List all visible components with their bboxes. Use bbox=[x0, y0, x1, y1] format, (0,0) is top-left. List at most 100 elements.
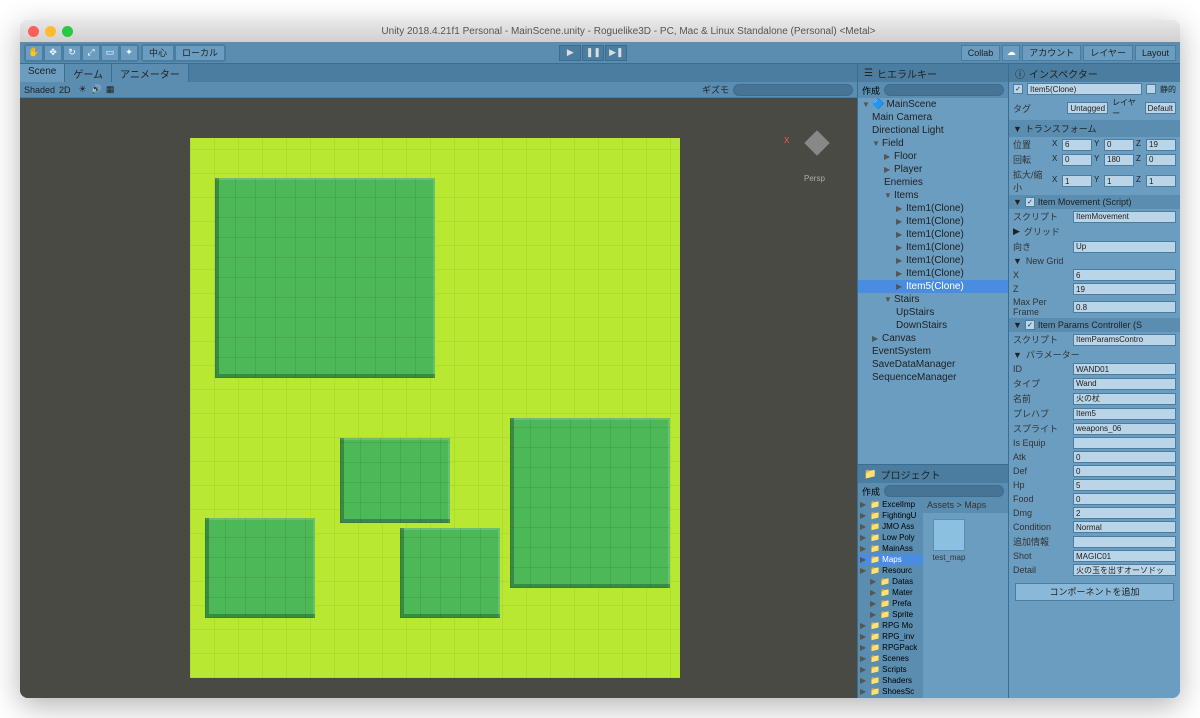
hierarchy-item[interactable]: ▶Item1(Clone) bbox=[858, 241, 1008, 254]
hierarchy-item[interactable]: ▼Stairs bbox=[858, 293, 1008, 306]
hierarchy-item[interactable]: EventSystem bbox=[858, 345, 1008, 358]
hierarchy-item[interactable]: Enemies bbox=[858, 176, 1008, 189]
hierarchy-item[interactable]: Directional Light bbox=[858, 124, 1008, 137]
scale-tool[interactable]: ⤢ bbox=[82, 45, 100, 61]
scl-z[interactable]: 1 bbox=[1146, 175, 1176, 187]
hierarchy-item[interactable]: ▶Player bbox=[858, 163, 1008, 176]
hierarchy-item[interactable]: ▼Items bbox=[858, 189, 1008, 202]
tab-game[interactable]: ゲーム bbox=[65, 64, 112, 82]
param-field[interactable]: 5 bbox=[1073, 479, 1176, 491]
layout-button[interactable]: Layout bbox=[1135, 45, 1176, 61]
pos-z[interactable]: 19 bbox=[1146, 139, 1176, 151]
play-button[interactable]: ▶ bbox=[559, 45, 581, 61]
collab-button[interactable]: Collab bbox=[961, 45, 1001, 61]
layer-dropdown[interactable]: Default bbox=[1145, 102, 1176, 114]
tag-dropdown[interactable]: Untagged bbox=[1067, 102, 1108, 114]
param-field[interactable]: MAGIC01 bbox=[1073, 550, 1176, 562]
tab-animator[interactable]: アニメーター bbox=[112, 64, 189, 82]
hierarchy-item[interactable]: ▶Item1(Clone) bbox=[858, 215, 1008, 228]
project-folder[interactable]: ▶📁 MainAss bbox=[858, 543, 923, 554]
direction-dropdown[interactable]: Up bbox=[1073, 241, 1176, 253]
hierarchy-item[interactable]: ▶Floor bbox=[858, 150, 1008, 163]
param-field[interactable]: 火の玉を出すオーソドッ bbox=[1073, 564, 1176, 576]
pos-y[interactable]: 0 bbox=[1104, 139, 1134, 151]
param-field[interactable] bbox=[1073, 536, 1176, 548]
move-tool[interactable]: ✥ bbox=[44, 45, 62, 61]
project-folder[interactable]: ▶📁 Maps bbox=[858, 554, 923, 565]
grid-x[interactable]: 6 bbox=[1073, 269, 1176, 281]
transform-component[interactable]: ▼トランスフォーム bbox=[1009, 120, 1180, 137]
param-field[interactable]: Normal bbox=[1073, 521, 1176, 533]
hierarchy-item[interactable]: ▶Canvas bbox=[858, 332, 1008, 345]
hierarchy-item[interactable]: UpStairs bbox=[858, 306, 1008, 319]
layers-button[interactable]: レイヤー bbox=[1083, 45, 1133, 61]
local-toggle[interactable]: ローカル bbox=[175, 45, 225, 61]
param-field[interactable]: 0 bbox=[1073, 451, 1176, 463]
gizmos-dropdown[interactable]: ギズモ bbox=[702, 83, 729, 96]
project-folder[interactable]: ▶📁 Scripts bbox=[858, 664, 923, 675]
param-field[interactable]: weapons_06 bbox=[1073, 423, 1176, 435]
item-params-component[interactable]: ▼✓Item Params Controller (S bbox=[1009, 318, 1180, 332]
step-button[interactable]: ▶❚ bbox=[605, 45, 627, 61]
cloud-icon[interactable]: ☁ bbox=[1002, 45, 1020, 61]
project-folder[interactable]: ▶📁 Prefa bbox=[858, 598, 923, 609]
script-field[interactable]: ItemMovement bbox=[1073, 211, 1176, 223]
param-field[interactable]: 火の杖 bbox=[1073, 393, 1176, 405]
project-folder[interactable]: ▶📁 ExcelImp bbox=[858, 499, 923, 510]
pause-button[interactable]: ❚❚ bbox=[582, 45, 604, 61]
project-folder[interactable]: ▶📁 JMO Ass bbox=[858, 521, 923, 532]
scene-root[interactable]: ▼🔷MainScene bbox=[858, 98, 1008, 111]
shaded-dropdown[interactable]: Shaded bbox=[24, 85, 55, 95]
rot-z[interactable]: 0 bbox=[1146, 154, 1176, 166]
rot-x[interactable]: 0 bbox=[1062, 154, 1092, 166]
account-button[interactable]: アカウント bbox=[1022, 45, 1081, 61]
project-folder[interactable]: ▶📁 Low Poly bbox=[858, 532, 923, 543]
max-per-frame[interactable]: 0.8 bbox=[1073, 301, 1176, 313]
titlebar[interactable]: Unity 2018.4.21f1 Personal - MainScene.u… bbox=[20, 20, 1180, 42]
param-field[interactable]: 0 bbox=[1073, 465, 1176, 477]
project-folder[interactable]: ▶📁 RPG Mo bbox=[858, 620, 923, 631]
project-folder[interactable]: ▶📁 RPG_inv bbox=[858, 631, 923, 642]
grid-z[interactable]: 19 bbox=[1073, 283, 1176, 295]
scene-search[interactable] bbox=[733, 84, 853, 96]
param-field[interactable] bbox=[1073, 437, 1176, 449]
hierarchy-item[interactable]: ▼Field bbox=[858, 137, 1008, 150]
minimize-icon[interactable] bbox=[45, 26, 56, 37]
param-field[interactable]: 2 bbox=[1073, 507, 1176, 519]
orientation-gizmo[interactable]: X Persp bbox=[792, 118, 842, 168]
project-folder[interactable]: ▶📁 Mater bbox=[858, 587, 923, 598]
project-folder[interactable]: ▶📁 Scenes bbox=[858, 653, 923, 664]
audio-icon[interactable]: 🔊 bbox=[91, 84, 102, 95]
scl-y[interactable]: 1 bbox=[1104, 175, 1134, 187]
maximize-icon[interactable] bbox=[62, 26, 73, 37]
project-folder[interactable]: ▶📁 Datas bbox=[858, 576, 923, 587]
project-folder[interactable]: ▶📁 ShoesSc bbox=[858, 686, 923, 697]
object-name-field[interactable]: Item5(Clone) bbox=[1027, 83, 1142, 95]
hierarchy-item[interactable]: Main Camera bbox=[858, 111, 1008, 124]
param-field[interactable]: 0 bbox=[1073, 493, 1176, 505]
project-folder[interactable]: ▶📁 RPGPack bbox=[858, 642, 923, 653]
breadcrumb[interactable]: Assets > Maps bbox=[923, 499, 1008, 513]
create-dropdown[interactable]: 作成 bbox=[862, 84, 880, 97]
item-movement-component[interactable]: ▼✓Item Movement (Script) bbox=[1009, 195, 1180, 209]
project-folder[interactable]: ▶📁 Shaders bbox=[858, 675, 923, 686]
2d-toggle[interactable]: 2D bbox=[59, 85, 71, 95]
hierarchy-item[interactable]: ▶Item1(Clone) bbox=[858, 228, 1008, 241]
asset-item[interactable]: test_map bbox=[929, 519, 969, 562]
tab-scene[interactable]: Scene bbox=[20, 64, 65, 82]
project-search[interactable] bbox=[884, 485, 1004, 497]
project-create[interactable]: 作成 bbox=[862, 485, 880, 498]
rotate-tool[interactable]: ↻ bbox=[63, 45, 81, 61]
hierarchy-item[interactable]: ▶Item1(Clone) bbox=[858, 254, 1008, 267]
hierarchy-item[interactable]: SaveDataManager bbox=[858, 358, 1008, 371]
project-folder[interactable]: ▶📁 FightingU bbox=[858, 510, 923, 521]
pivot-toggle[interactable]: 中心 bbox=[142, 45, 174, 61]
transform-tool[interactable]: ✦ bbox=[120, 45, 138, 61]
param-field[interactable]: WAND01 bbox=[1073, 363, 1176, 375]
hierarchy-item[interactable]: ▶Item1(Clone) bbox=[858, 267, 1008, 280]
hierarchy-item[interactable]: DownStairs bbox=[858, 319, 1008, 332]
param-field[interactable]: Item5 bbox=[1073, 408, 1176, 420]
pos-x[interactable]: 6 bbox=[1062, 139, 1092, 151]
fx-icon[interactable]: ▦ bbox=[106, 84, 115, 95]
hierarchy-item[interactable]: SequenceManager bbox=[858, 371, 1008, 384]
